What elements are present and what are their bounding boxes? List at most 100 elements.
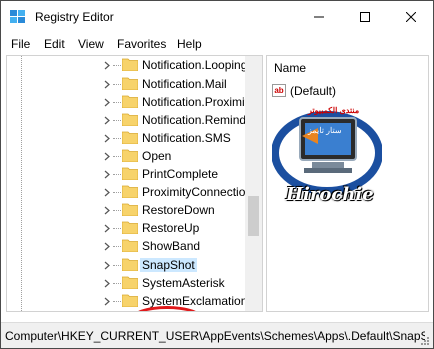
- expand-chevron-icon[interactable]: [103, 80, 111, 89]
- tree-item-label: RestoreDown: [142, 203, 215, 217]
- minimize-button[interactable]: [296, 1, 342, 33]
- close-button[interactable]: [388, 1, 434, 33]
- tree-item-label: SystemAsterisk: [142, 276, 225, 290]
- registry-path: Computer\HKEY_CURRENT_USER\AppEvents\Sch…: [5, 329, 425, 343]
- expand-chevron-icon[interactable]: [103, 61, 111, 70]
- expand-chevron-icon[interactable]: [103, 297, 111, 306]
- menu-help[interactable]: Help: [177, 37, 202, 51]
- expand-chevron-icon[interactable]: [103, 242, 111, 251]
- watermark-text-1: منتدى الكمبيوتر: [308, 106, 360, 115]
- status-bar: Computer\HKEY_CURRENT_USER\AppEvents\Sch…: [1, 322, 433, 348]
- tree-connector: [113, 283, 121, 284]
- folder-icon: [122, 276, 138, 289]
- tree-item[interactable]: SnapShot: [7, 256, 247, 274]
- folder-icon: [122, 167, 138, 180]
- tree-item[interactable]: Notification.Proximity: [7, 93, 254, 111]
- folder-icon: [122, 131, 138, 144]
- maximize-button[interactable]: [342, 1, 388, 33]
- tree-item-label: RestoreUp: [142, 221, 200, 235]
- expand-chevron-icon[interactable]: [103, 261, 111, 270]
- resize-grip-icon[interactable]: [419, 335, 429, 345]
- tree-item-label: Notification.Mail: [142, 77, 227, 91]
- expand-chevron-icon[interactable]: [103, 188, 111, 197]
- expand-chevron-icon[interactable]: [103, 224, 111, 233]
- tree-connector: [113, 210, 121, 211]
- folder-icon: [122, 239, 138, 252]
- folder-icon: [122, 185, 138, 198]
- tree-item[interactable]: SystemExclamation: [7, 292, 247, 310]
- folder-icon: [122, 58, 138, 71]
- folder-icon: [122, 203, 138, 216]
- expand-chevron-icon[interactable]: [103, 116, 111, 125]
- menu-edit[interactable]: Edit: [44, 37, 65, 51]
- tree-item[interactable]: Notification.Looping: [7, 56, 247, 74]
- folder-icon: [122, 95, 138, 108]
- tree-connector: [113, 84, 121, 85]
- tree-item-label: ShowBand: [142, 239, 201, 253]
- folder-icon: [122, 113, 138, 126]
- menu-view[interactable]: View: [78, 37, 104, 51]
- tree-item[interactable]: RestoreDown: [7, 201, 247, 219]
- folder-icon: [122, 258, 138, 271]
- tree-item-label: Notification.Looping: [142, 58, 248, 72]
- tree-item-label: Open: [142, 149, 172, 163]
- maximize-icon: [360, 12, 370, 22]
- folder-icon: [122, 149, 138, 162]
- watermark-logo: منتدى الكمبيوتر ستار تايمز Hirochie: [271, 98, 383, 208]
- registry-editor-window: Registry Editor File Edit View Favorites…: [0, 0, 434, 349]
- title-bar[interactable]: Registry Editor: [1, 1, 433, 33]
- tree-scrollbar[interactable]: [245, 56, 262, 311]
- tree-item[interactable]: ProximityConnection: [7, 183, 252, 201]
- tree-item-label: PrintComplete: [142, 167, 219, 181]
- tree-item[interactable]: Notification.Mail: [7, 75, 247, 93]
- registry-editor-icon: [10, 10, 25, 23]
- column-header-name[interactable]: Name: [267, 56, 428, 78]
- folder-icon: [122, 221, 138, 234]
- watermark-text-2: ستار تايمز: [308, 126, 342, 135]
- tree-connector: [113, 265, 121, 266]
- expand-chevron-icon[interactable]: [103, 98, 111, 107]
- tree-item[interactable]: PrintComplete: [7, 165, 247, 183]
- tree-connector: [113, 301, 121, 302]
- tree-item-label: SnapShot: [140, 258, 197, 272]
- menu-favorites[interactable]: Favorites: [117, 37, 166, 51]
- tree-item-label: Notification.SMS: [142, 131, 231, 145]
- tree-item-label: Notification.Proximity: [142, 95, 255, 109]
- menu-file[interactable]: File: [11, 37, 30, 51]
- expand-chevron-icon[interactable]: [103, 152, 111, 161]
- close-icon: [406, 12, 416, 22]
- column-name-label: Name: [274, 61, 307, 75]
- folder-icon: [122, 294, 138, 307]
- tree-item[interactable]: ShowBand: [7, 237, 247, 255]
- tree-item-label: Notification.Reminder: [142, 113, 257, 127]
- tree-item[interactable]: Open: [7, 147, 247, 165]
- tree-connector: [113, 138, 121, 139]
- tree-item[interactable]: SystemAsterisk: [7, 274, 247, 292]
- tree-connector: [113, 174, 121, 175]
- menu-bar: File Edit View Favorites Help: [1, 34, 433, 54]
- window-title: Registry Editor: [35, 10, 114, 24]
- tree-item[interactable]: Notification.SMS: [7, 129, 247, 147]
- folder-icon: [122, 77, 138, 90]
- watermark-brand: Hirochie: [286, 184, 374, 205]
- registry-key-tree[interactable]: Notification.Looping Notification.Mail Not…: [6, 55, 263, 312]
- value-name: (Default): [290, 84, 337, 98]
- tree-connector: [113, 228, 121, 229]
- minimize-icon: [314, 16, 324, 18]
- expand-chevron-icon[interactable]: [103, 279, 111, 288]
- registry-values-list[interactable]: Name ab (Default) منتدى الكمبيوتر ستار ت…: [266, 55, 429, 312]
- tree-connector: [113, 102, 121, 103]
- tree-connector: [113, 192, 121, 193]
- tree-item[interactable]: RestoreUp: [7, 219, 247, 237]
- expand-chevron-icon[interactable]: [103, 206, 111, 215]
- expand-chevron-icon[interactable]: [103, 170, 111, 179]
- tree-connector: [113, 246, 121, 247]
- scrollbar-thumb[interactable]: [248, 196, 259, 236]
- expand-chevron-icon[interactable]: [103, 134, 111, 143]
- string-value-icon: ab: [272, 84, 286, 97]
- tree-connector: [113, 65, 121, 66]
- tree-connector: [113, 156, 121, 157]
- tree-item-label: ProximityConnection: [142, 185, 253, 199]
- tree-connector: [113, 120, 121, 121]
- tree-item[interactable]: Notification.Reminder: [7, 111, 257, 129]
